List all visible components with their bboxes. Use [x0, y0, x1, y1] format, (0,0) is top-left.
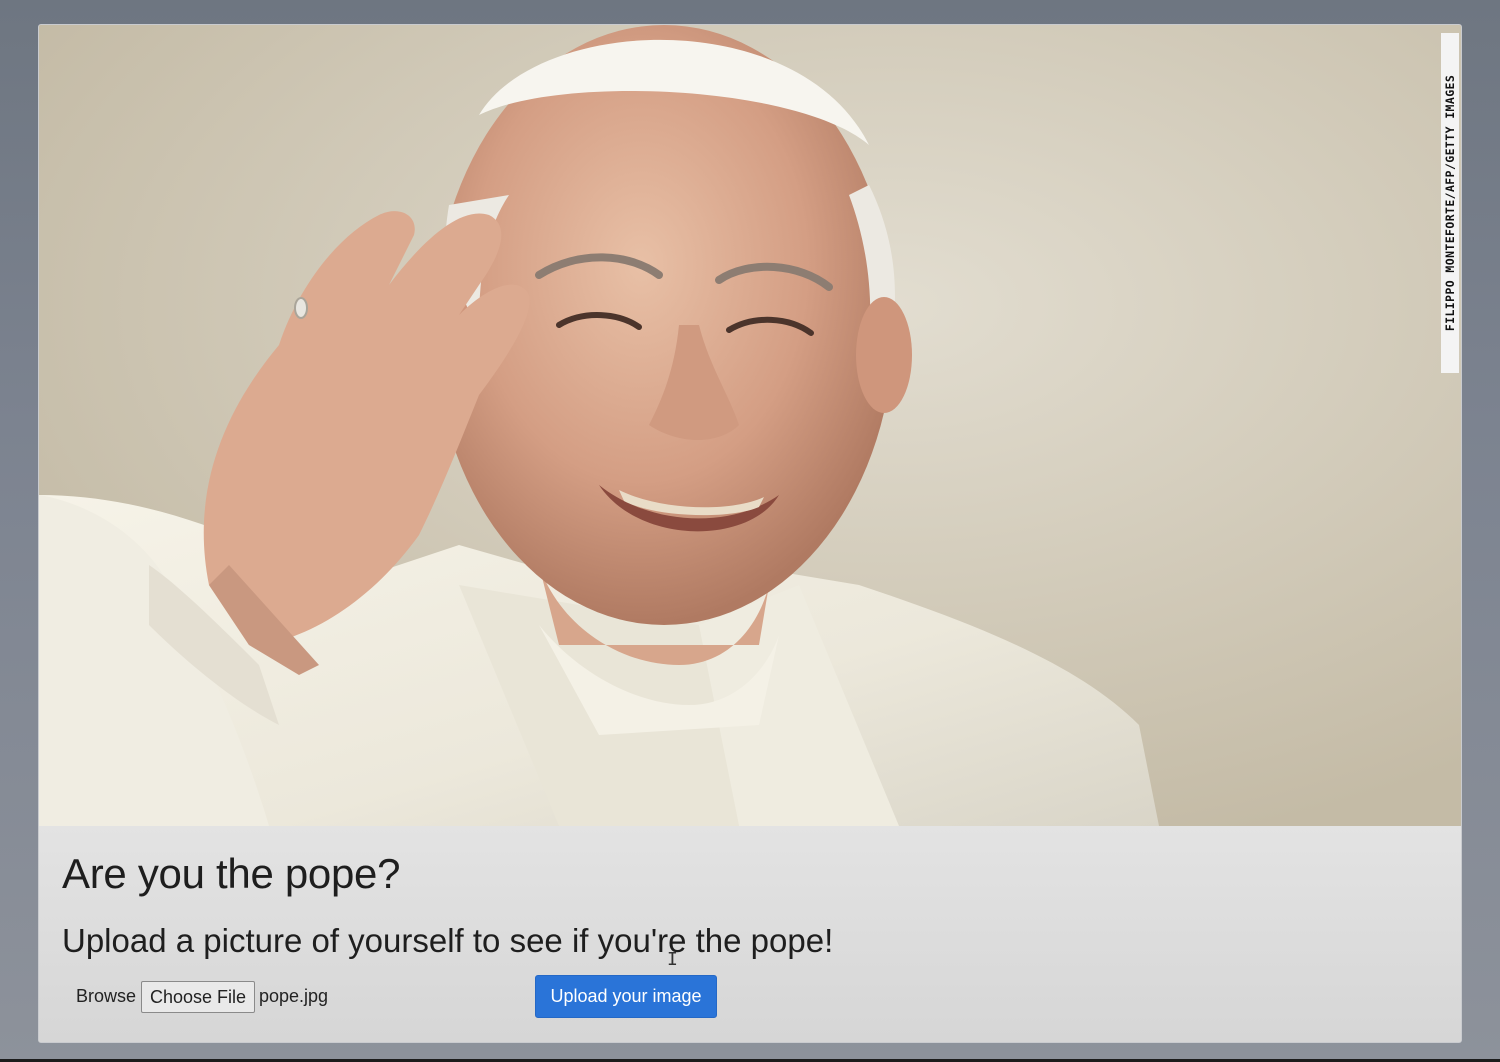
upload-panel: Are you the pope? Upload a picture of yo… — [39, 826, 1461, 1042]
browse-label: Browse — [76, 986, 137, 1006]
upload-image-button[interactable]: Upload your image — [535, 975, 717, 1018]
pope-photo: FILIPPO MONTEFORTE/AFP/GETTY IMAGES — [39, 25, 1461, 826]
page-title: Are you the pope? — [62, 850, 401, 897]
page-subtitle: Upload a picture of yourself to see if y… — [62, 922, 834, 959]
choose-file-button[interactable]: Choose File — [141, 981, 256, 1013]
pope-photo-illustration — [39, 25, 1461, 826]
photo-credit: FILIPPO MONTEFORTE/AFP/GETTY IMAGES — [1441, 33, 1459, 373]
selected-file-name: pope.jpg — [259, 986, 329, 1006]
photo-credit-text: FILIPPO MONTEFORTE/AFP/GETTY IMAGES — [1443, 74, 1458, 332]
text-cursor-icon: I — [667, 949, 678, 970]
main-card: FILIPPO MONTEFORTE/AFP/GETTY IMAGES Are … — [38, 24, 1462, 1043]
